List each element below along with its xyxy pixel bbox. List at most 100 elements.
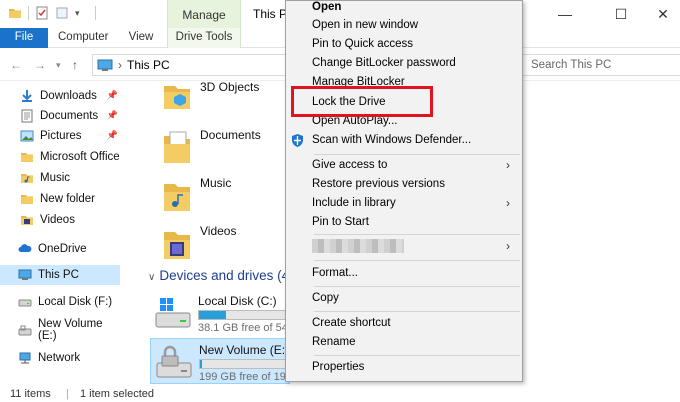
menu-item-format[interactable]: Format...	[312, 267, 358, 279]
folder-music[interactable]: Music	[160, 176, 231, 216]
sidebar-item-new-volume-e[interactable]: New Volume (E:)	[0, 318, 120, 342]
sidebar-item-network[interactable]: Network	[0, 348, 120, 368]
music-icon	[21, 174, 33, 183]
sidebar-item-microsoft-office[interactable]: Microsoft Office	[0, 147, 120, 167]
sidebar-item-pictures[interactable]: Pictures 📌	[0, 126, 120, 146]
manage-tab-group[interactable]: Manage	[167, 0, 241, 28]
drive-tile-local-disk-c[interactable]: Local Disk (C:) 38.1 GB free of 54	[150, 290, 290, 336]
toolbar-divider	[28, 6, 29, 20]
menu-separator	[314, 355, 520, 356]
menu-item-open-new-window[interactable]: Open in new window	[312, 19, 418, 31]
documents-folder-icon	[164, 131, 190, 163]
sidebar-item-videos[interactable]: Videos	[0, 210, 120, 230]
folder-icon	[21, 153, 33, 162]
menu-item-rename[interactable]: Rename	[312, 336, 355, 348]
submenu-chevron-icon: ›	[506, 158, 510, 172]
tab-view[interactable]: View	[124, 28, 158, 48]
obscured-menu-item[interactable]	[312, 239, 404, 253]
submenu-chevron-icon: ›	[506, 196, 510, 210]
folder-documents[interactable]: Documents	[160, 128, 261, 168]
network-icon	[19, 352, 31, 364]
folder-3d-objects[interactable]: 3D Objects	[160, 80, 259, 114]
videos-icon	[21, 216, 33, 225]
drive-icon	[18, 299, 32, 307]
menu-item-pin-to-start[interactable]: Pin to Start	[312, 216, 369, 228]
tab-computer[interactable]: Computer	[58, 28, 109, 48]
window-title: This P	[253, 7, 288, 21]
menu-item-properties[interactable]: Properties	[312, 361, 364, 373]
videos-folder-icon	[164, 232, 190, 259]
properties-icon[interactable]	[35, 6, 49, 20]
breadcrumb-chevron-icon: ›	[118, 58, 122, 72]
close-icon[interactable]: ✕	[640, 0, 680, 28]
status-selected-count: 1 item selected	[80, 388, 154, 400]
locked-drive-icon	[156, 345, 192, 378]
folder-icon	[21, 195, 33, 204]
sidebar-item-downloads[interactable]: Downloads 📌	[0, 86, 120, 106]
menu-item-create-shortcut[interactable]: Create shortcut	[312, 317, 391, 329]
folder-icon[interactable]	[8, 6, 22, 20]
navigation-pane: Downloads 📌 Documents 📌 Pictures 📌 Micro…	[0, 82, 140, 384]
status-item-count: 11 items	[10, 388, 51, 400]
drive-free-space: 199 GB free of 199	[199, 371, 292, 383]
sidebar-item-local-disk-f[interactable]: Local Disk (F:)	[0, 292, 120, 312]
menu-item-pin-quick-access[interactable]: Pin to Quick access	[312, 38, 413, 50]
windows-drive-icon	[155, 298, 191, 328]
pin-icon: 📌	[106, 90, 118, 100]
menu-item-scan-windows-defender[interactable]: Scan with Windows Defender...	[312, 134, 471, 146]
sidebar-item-documents[interactable]: Documents 📌	[0, 106, 120, 126]
breadcrumb-location: This PC	[127, 58, 170, 72]
status-bar: 11 items | 1 item selected	[0, 384, 680, 402]
chevron-down-icon: ∨	[148, 272, 156, 283]
submenu-chevron-icon: ›	[506, 239, 510, 253]
drive-usage-bar	[198, 310, 290, 320]
sidebar-item-this-pc[interactable]: This PC	[0, 265, 120, 285]
search-input[interactable]: Search This PC	[522, 54, 680, 76]
computer-icon	[18, 269, 32, 280]
status-divider: |	[66, 388, 69, 400]
recent-locations-icon[interactable]: ▾	[56, 60, 61, 71]
tab-file[interactable]: File	[0, 28, 48, 48]
forward-arrow-icon[interactable]: →	[34, 58, 46, 72]
new-folder-icon[interactable]	[55, 6, 69, 20]
up-arrow-icon[interactable]: ↑	[72, 58, 78, 72]
locked-drive-icon	[18, 325, 32, 336]
downloads-icon	[22, 90, 32, 102]
menu-item-give-access-to[interactable]: Give access to	[312, 159, 387, 171]
back-arrow-icon[interactable]: ←	[10, 58, 22, 72]
highlight-box	[291, 86, 433, 117]
pin-icon: 📌	[106, 130, 118, 140]
computer-icon	[97, 59, 113, 71]
drive-label: New Volume (E:)	[199, 343, 290, 357]
music-folder-icon	[164, 184, 190, 211]
maximize-icon[interactable]: ☐	[598, 0, 644, 28]
drive-tile-new-volume-e[interactable]: New Volume (E:) 199 GB free of 199	[150, 338, 292, 384]
documents-icon	[21, 109, 33, 123]
drive-free-space: 38.1 GB free of 54	[198, 322, 288, 334]
sidebar-item-music[interactable]: Music	[0, 168, 120, 188]
menu-item-open[interactable]: Open	[312, 1, 341, 13]
windows-defender-shield-icon	[292, 134, 303, 147]
menu-separator	[314, 154, 520, 155]
menu-separator	[314, 286, 520, 287]
folder-videos[interactable]: Videos	[160, 224, 236, 264]
menu-item-include-in-library[interactable]: Include in library	[312, 197, 396, 209]
menu-separator	[314, 311, 520, 312]
menu-separator	[314, 234, 520, 235]
cloud-icon	[18, 244, 32, 252]
pin-icon: 📌	[106, 110, 118, 120]
menu-item-restore-previous-versions[interactable]: Restore previous versions	[312, 178, 445, 190]
customize-toolbar-icon[interactable]: ▾	[75, 6, 89, 20]
minimize-icon[interactable]: —	[542, 0, 588, 28]
sidebar-item-new-folder[interactable]: New folder	[0, 189, 120, 209]
devices-section-header[interactable]: ∨ Devices and drives (4)	[148, 268, 294, 283]
3d-objects-icon	[164, 86, 190, 109]
tab-drive-tools[interactable]: Drive Tools	[167, 28, 241, 48]
pictures-icon	[20, 130, 34, 142]
drive-label: Local Disk (C:)	[198, 294, 277, 308]
menu-item-copy[interactable]: Copy	[312, 292, 339, 304]
context-menu: Open Open in new window Pin to Quick acc…	[285, 0, 523, 382]
menu-separator	[314, 260, 520, 261]
sidebar-item-onedrive[interactable]: OneDrive	[0, 239, 120, 259]
menu-item-change-bitlocker-password[interactable]: Change BitLocker password	[312, 57, 456, 69]
